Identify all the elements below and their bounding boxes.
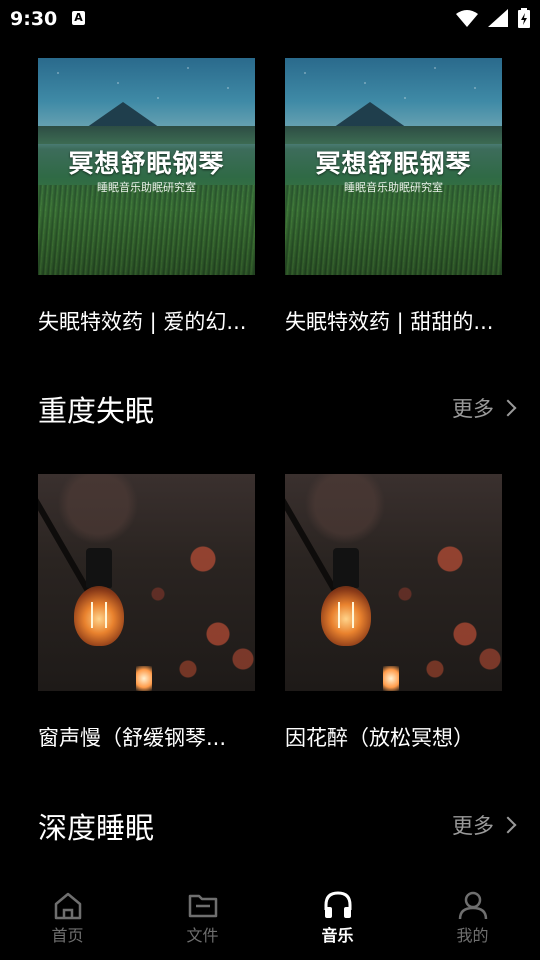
playlist-title: 窗声慢（舒缓钢琴...	[38, 726, 227, 750]
more-label: 更多	[452, 814, 494, 838]
playlist-card[interactable]: 窗声慢（舒缓钢琴...	[38, 474, 255, 750]
chevron-right-icon	[499, 399, 517, 417]
playlist-cover	[38, 474, 255, 691]
status-icons	[456, 8, 530, 28]
section-title: 深度睡眠	[38, 811, 155, 845]
folder-icon	[188, 894, 217, 918]
chevron-right-icon	[499, 816, 517, 834]
signal-icon	[488, 9, 508, 27]
playlist-card[interactable]: 冥想舒眠钢琴 睡眠音乐助眠研究室 失眠特效药 | 爱的幻...	[38, 58, 255, 334]
person-icon	[458, 891, 487, 920]
cover-title: 冥想舒眠钢琴	[315, 149, 472, 178]
notification-icon: A	[72, 11, 85, 25]
nav-label: 音乐	[321, 926, 354, 945]
nav-files[interactable]: 文件	[135, 880, 270, 960]
nav-profile[interactable]: 我的	[405, 880, 540, 960]
status-bar: 9:30 A	[0, 0, 540, 36]
more-label: 更多	[452, 397, 494, 421]
wifi-icon	[456, 10, 478, 27]
nav-label: 首页	[51, 926, 84, 945]
nav-label: 文件	[186, 926, 219, 945]
playlist-cover	[285, 474, 502, 691]
nav-label: 我的	[456, 926, 489, 945]
cover-subtitle: 睡眠音乐助眠研究室	[97, 181, 196, 194]
section-title: 重度失眠	[38, 394, 155, 428]
playlist-card[interactable]: 因花醉（放松冥想）	[285, 474, 502, 750]
more-button[interactable]: 更多	[452, 393, 517, 423]
playlist-title: 失眠特效药 | 爱的幻...	[38, 310, 247, 334]
playlist-cover: 冥想舒眠钢琴 睡眠音乐助眠研究室	[285, 58, 502, 275]
cover-title: 冥想舒眠钢琴	[68, 149, 225, 178]
home-icon	[54, 892, 81, 920]
nav-music[interactable]: 音乐	[270, 880, 405, 960]
playlist-cover: 冥想舒眠钢琴 睡眠音乐助眠研究室	[38, 58, 255, 275]
headphones-icon	[324, 891, 351, 918]
cover-subtitle: 睡眠音乐助眠研究室	[344, 181, 443, 194]
playlist-title: 失眠特效药 | 甜甜的...	[285, 310, 494, 334]
battery-icon	[518, 8, 530, 28]
nav-home[interactable]: 首页	[0, 880, 135, 960]
playlist-card[interactable]: 冥想舒眠钢琴 睡眠音乐助眠研究室 失眠特效药 | 甜甜的...	[285, 58, 502, 334]
more-button[interactable]: 更多	[452, 810, 517, 840]
status-time: 9:30	[10, 8, 58, 30]
playlist-title: 因花醉（放松冥想）	[285, 726, 474, 750]
bottom-nav: 首页 文件 音乐 我的	[0, 880, 540, 960]
